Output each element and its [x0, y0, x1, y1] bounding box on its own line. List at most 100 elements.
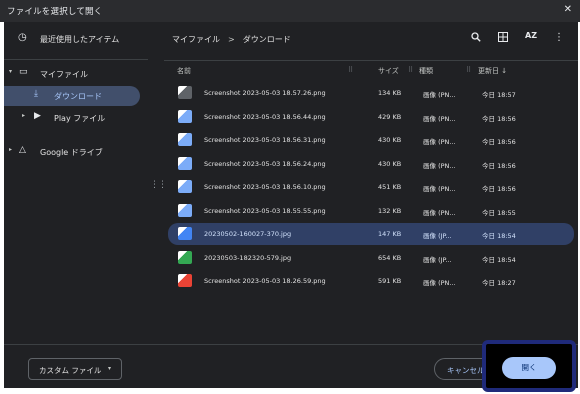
file-row[interactable]: Screenshot 2023-05-03 18.56.44.png 429 KB… — [168, 106, 574, 128]
file-date: 今日 18:56 — [482, 161, 516, 170]
image-thumbnail-icon — [178, 203, 192, 217]
expand-arrow-icon[interactable]: ▸ — [9, 146, 12, 153]
file-row[interactable]: Screenshot 2023-05-03 18.56.24.png 430 KB… — [168, 153, 574, 175]
file-name: 20230502-160027-370.jpg — [204, 230, 292, 238]
file-size: 429 KB — [378, 112, 402, 121]
file-name: Screenshot 2023-05-03 18.56.31.png — [204, 136, 326, 144]
sidebar-item-label: Google ドライブ — [40, 148, 103, 157]
sort-az-icon[interactable]: AZ — [525, 31, 537, 40]
file-row[interactable]: 20230502-160027-370.jpg 147 KB 画像 (JP... 今日… — [168, 223, 574, 245]
breadcrumb-root[interactable]: マイファイル — [172, 35, 220, 44]
sidebar-item-downloads[interactable]: ⤓ ダウンロード — [4, 86, 140, 106]
sort-down-icon: ↓ — [501, 67, 508, 75]
file-size: 654 KB — [378, 253, 402, 262]
sidebar-item-label: Play ファイル — [54, 114, 106, 123]
image-thumbnail-icon — [178, 86, 192, 99]
file-date: 今日 18:27 — [482, 279, 516, 287]
column-header-name[interactable]: 名前 — [177, 66, 191, 76]
download-icon: ⤓ — [34, 89, 38, 99]
file-type: 画像 (PN... — [423, 161, 456, 170]
search-icon[interactable] — [471, 32, 481, 45]
sidebar-item-label: 最近使用したアイテム — [40, 35, 120, 44]
sidebar-item-label: ダウンロード — [54, 92, 102, 101]
file-size: 591 KB — [378, 277, 402, 285]
filter-label: カスタム ファイル — [39, 366, 102, 375]
chevron-down-icon: ▾ — [107, 365, 111, 372]
column-header-size[interactable]: サイズ — [378, 66, 399, 76]
file-date: 今日 18:56 — [482, 114, 516, 123]
window-title: ファイルを選択して開く — [7, 7, 103, 17]
cancel-label: キャンセル — [447, 366, 485, 375]
file-type: 画像 (JP... — [423, 232, 452, 240]
sidebar-item-label: マイファイル — [40, 70, 88, 79]
play-icon: ▶ — [34, 111, 41, 121]
title-bar: ファイルを選択して開く ✕ — [0, 0, 580, 22]
file-date: 今日 18:57 — [482, 91, 516, 99]
file-date: 今日 18:56 — [482, 138, 516, 146]
file-date: 今日 18:55 — [482, 208, 516, 217]
file-name: Screenshot 2023-05-03 18.56.24.png — [204, 159, 326, 168]
file-date: 今日 18:54 — [482, 232, 516, 240]
image-thumbnail-icon — [178, 156, 192, 170]
file-row[interactable]: Screenshot 2023-05-03 18.57.26.png 134 KB… — [168, 82, 574, 104]
file-size: 451 KB — [378, 183, 402, 191]
file-type: 画像 (PN... — [423, 208, 456, 217]
file-row[interactable]: Screenshot 2023-05-03 18.56.31.png 430 KB… — [168, 129, 574, 151]
file-row[interactable]: Screenshot 2023-05-03 18.56.10.png 451 KB… — [168, 176, 574, 198]
column-resize-handle[interactable]: ⠿ — [466, 66, 471, 74]
file-size: 430 KB — [378, 136, 402, 144]
file-type: 画像 (PN... — [423, 279, 456, 287]
sidebar-item-google-drive[interactable]: ▸ △ Google ドライブ — [4, 142, 148, 162]
grid-view-icon[interactable] — [498, 32, 508, 45]
file-type: 画像 (PN... — [423, 185, 456, 193]
image-thumbnail-icon — [178, 109, 192, 123]
image-thumbnail-icon — [178, 180, 192, 193]
file-type: 画像 (PN... — [423, 114, 456, 123]
file-name: Screenshot 2023-05-03 18.56.10.png — [204, 183, 326, 191]
drive-icon: △ — [19, 145, 26, 155]
file-name: 20230503-182320-579.jpg — [204, 253, 292, 262]
file-row[interactable]: Screenshot 2023-05-03 18.55.55.png 132 KB… — [168, 200, 574, 222]
expand-arrow-icon[interactable]: ▸ — [22, 112, 25, 119]
file-size: 147 KB — [378, 230, 402, 238]
image-thumbnail-icon — [178, 133, 192, 146]
file-name: Screenshot 2023-05-03 18.56.44.png — [204, 112, 326, 121]
close-icon[interactable]: ✕ — [564, 4, 572, 15]
file-date: 今日 18:56 — [482, 185, 516, 193]
image-thumbnail-icon — [178, 227, 192, 240]
file-row[interactable]: 20230503-182320-579.jpg 654 KB 画像 (JP... 今日… — [168, 247, 574, 269]
sidebar-item-my-files[interactable]: ▾ ▭ マイファイル — [4, 64, 148, 84]
sidebar-item-recent[interactable]: ◷ 最近使用したアイテム — [4, 30, 148, 50]
file-name: Screenshot 2023-05-03 18.55.55.png — [204, 206, 326, 215]
expand-arrow-icon[interactable]: ▾ — [9, 68, 12, 75]
file-type: 画像 (PN... — [423, 91, 456, 99]
file-size: 430 KB — [378, 159, 402, 168]
column-resize-handle[interactable]: ⠿ — [348, 66, 353, 74]
breadcrumb-current: ダウンロード — [242, 35, 291, 44]
file-picker-window: ファイルを選択して開く ✕ ◷ 最近使用したアイテム ▾ ▭ マイファイル ⤓ … — [0, 0, 580, 394]
file-date: 今日 18:54 — [482, 255, 516, 264]
file-type: 画像 (PN... — [423, 138, 456, 146]
column-header-type[interactable]: 種類 — [419, 66, 433, 76]
open-button[interactable]: 開く — [502, 357, 556, 379]
column-header-label: 更新日 — [478, 67, 499, 75]
breadcrumb-separator: > — [228, 35, 235, 44]
header-divider — [164, 60, 578, 61]
laptop-icon: ▭ — [19, 67, 28, 77]
column-header-modified[interactable]: 更新日 ↓ — [478, 66, 507, 76]
file-name: Screenshot 2023-05-03 18.57.26.png — [204, 89, 326, 97]
file-row[interactable]: Screenshot 2023-05-03 18.26.59.png 591 KB… — [168, 270, 574, 292]
sidebar-item-play-files[interactable]: ▸ ▶ Play ファイル — [4, 108, 148, 128]
sidebar-divider — [4, 59, 148, 60]
file-name: Screenshot 2023-05-03 18.26.59.png — [204, 277, 326, 285]
file-size: 132 KB — [378, 206, 402, 215]
sidebar: ◷ 最近使用したアイテム ▾ ▭ マイファイル ⤓ ダウンロード ▸ ▶ Pla… — [4, 22, 148, 344]
splitter-handle[interactable]: ⋮⋮ — [150, 180, 167, 190]
image-thumbnail-icon — [178, 250, 192, 264]
image-thumbnail-icon — [178, 274, 192, 287]
column-resize-handle[interactable]: ⠿ — [408, 66, 413, 74]
file-type-filter[interactable]: カスタム ファイル ▾ — [28, 358, 122, 380]
more-vert-icon[interactable]: ⋮ — [554, 32, 564, 43]
clock-icon: ◷ — [18, 32, 27, 43]
file-dialog: ◷ 最近使用したアイテム ▾ ▭ マイファイル ⤓ ダウンロード ▸ ▶ Pla… — [4, 22, 578, 388]
